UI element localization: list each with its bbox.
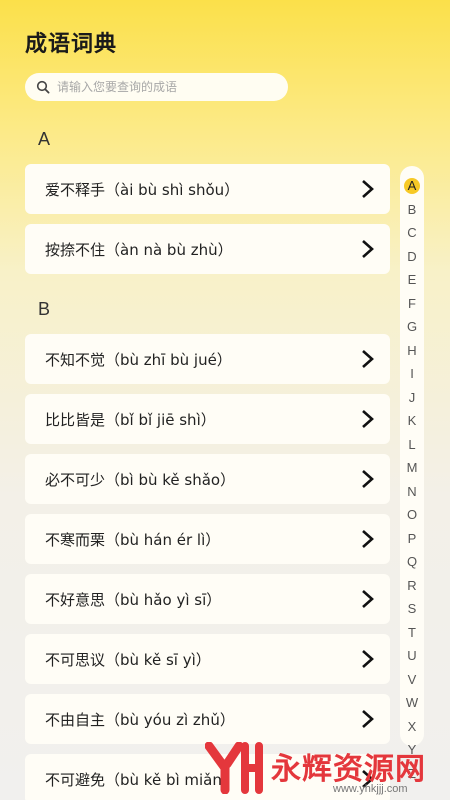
- alphabet-index-letter-k[interactable]: K: [400, 413, 424, 429]
- idiom-label: 按捺不住（àn nà bù zhù）: [45, 240, 233, 259]
- section-header-b: B: [38, 299, 51, 319]
- chevron-right-icon: [362, 240, 374, 258]
- alphabet-index-letter-t[interactable]: T: [400, 625, 424, 641]
- idiom-list-item[interactable]: 不好意思（bù hǎo yì sī）: [25, 574, 390, 624]
- idiom-list-item[interactable]: 不可思议（bù kě sī yì）: [25, 634, 390, 684]
- search-input[interactable]: [57, 80, 277, 94]
- idiom-list-item[interactable]: 不知不觉（bù zhī bù jué）: [25, 334, 390, 384]
- chevron-right-icon: [362, 180, 374, 198]
- alphabet-index-letter-o[interactable]: O: [400, 507, 424, 523]
- chevron-right-icon: [362, 530, 374, 548]
- watermark-text: 永辉资源网: [271, 752, 426, 787]
- alphabet-index-letter-j[interactable]: J: [400, 390, 424, 406]
- page-title: 成语词典: [25, 32, 118, 57]
- alphabet-index-letter-s[interactable]: S: [400, 601, 424, 617]
- chevron-right-icon: [362, 470, 374, 488]
- watermark-logo: 永辉资源网 www.yhkjjj.com: [205, 742, 445, 798]
- watermark-url: www.yhkjjj.com: [333, 783, 408, 795]
- alphabet-index-letter-v[interactable]: V: [400, 672, 424, 688]
- chevron-right-icon: [362, 650, 374, 668]
- alphabet-index-letter-w[interactable]: W: [400, 695, 424, 711]
- chevron-right-icon: [362, 350, 374, 368]
- alphabet-index-letter-n[interactable]: N: [400, 484, 424, 500]
- idiom-label: 比比皆是（bǐ bǐ jiē shì）: [45, 410, 216, 429]
- alphabet-index-letter-h[interactable]: H: [400, 343, 424, 359]
- idiom-list-item[interactable]: 爱不释手（ài bù shì shǒu）: [25, 164, 390, 214]
- idiom-list-item[interactable]: 必不可少（bì bù kě shǎo）: [25, 454, 390, 504]
- alphabet-index-letter-e[interactable]: E: [400, 272, 424, 288]
- chevron-right-icon: [362, 710, 374, 728]
- idiom-label: 必不可少（bì bù kě shǎo）: [45, 470, 236, 489]
- idiom-label: 不知不觉（bù zhī bù jué）: [45, 350, 232, 369]
- watermark-logo-icon: [205, 742, 263, 794]
- idiom-label: 爱不释手（ài bù shì shǒu）: [45, 180, 240, 199]
- idiom-label: 不寒而栗（bù hán ér lì）: [45, 530, 221, 549]
- alphabet-index-letter-f[interactable]: F: [400, 296, 424, 312]
- idiom-label: 不可思议（bù kě sī yì）: [45, 650, 211, 669]
- alphabet-index-letter-q[interactable]: Q: [400, 554, 424, 570]
- alphabet-index-letter-r[interactable]: R: [400, 578, 424, 594]
- alphabet-index-letter-c[interactable]: C: [400, 225, 424, 241]
- alphabet-index-letter-l[interactable]: L: [400, 437, 424, 453]
- alphabet-index-letter-d[interactable]: D: [400, 249, 424, 265]
- chevron-right-icon: [362, 590, 374, 608]
- alphabet-index-letter-x[interactable]: X: [400, 719, 424, 735]
- idiom-label: 不由自主（bù yóu zì zhǔ）: [45, 710, 235, 729]
- search-icon: [36, 80, 50, 94]
- alphabet-index-letter-a[interactable]: A: [404, 178, 420, 194]
- idiom-list-item[interactable]: 不寒而栗（bù hán ér lì）: [25, 514, 390, 564]
- alphabet-index-letter-g[interactable]: G: [400, 319, 424, 335]
- section-header-a: A: [38, 129, 51, 149]
- alphabet-index[interactable]: ABCDEFGHIJKLMNOPQRSTUVWXYZ: [400, 166, 424, 781]
- idiom-list-item[interactable]: 比比皆是（bǐ bǐ jiē shì）: [25, 394, 390, 444]
- chevron-right-icon: [362, 410, 374, 428]
- idiom-label: 不好意思（bù hǎo yì sī）: [45, 590, 222, 609]
- alphabet-index-letter-m[interactable]: M: [400, 460, 424, 476]
- alphabet-index-letter-p[interactable]: P: [400, 531, 424, 547]
- search-bar[interactable]: [25, 73, 288, 101]
- idiom-list-item[interactable]: 不由自主（bù yóu zì zhǔ）: [25, 694, 390, 744]
- alphabet-index-letter-u[interactable]: U: [400, 648, 424, 664]
- alphabet-index-letter-i[interactable]: I: [400, 366, 424, 382]
- alphabet-index-letter-b[interactable]: B: [400, 202, 424, 218]
- idiom-list-item[interactable]: 按捺不住（àn nà bù zhù）: [25, 224, 390, 274]
